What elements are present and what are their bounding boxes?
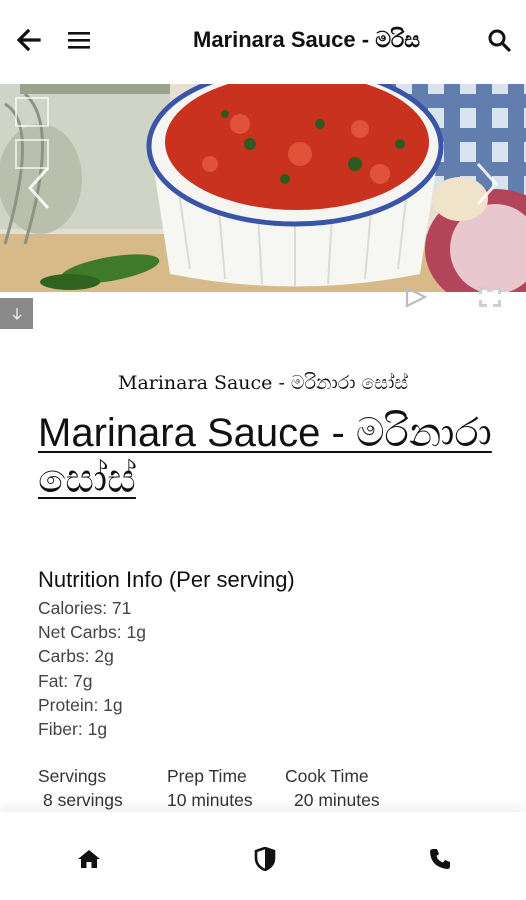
prev-chevron-icon[interactable] [26,166,52,210]
phone-icon [430,849,450,869]
stat-value: 20 minutes [294,790,380,810]
menu-button[interactable] [61,22,97,58]
nutrition-list: Calories: 71 Net Carbs: 1g Carbs: 2g Fat… [38,596,146,741]
recipe-image-carousel[interactable] [0,84,526,292]
download-button[interactable] [0,298,33,329]
search-icon [488,29,511,52]
nutrition-protein: Protein: 1g [38,694,123,715]
back-arrow-icon [16,28,41,52]
stat-prep-time: Prep Time 10 minutes [167,764,253,812]
play-icon[interactable] [404,286,428,308]
app-bar: Marinara Sauce - මරිස [0,0,526,80]
stat-cook-time: Cook Time 20 minutes [285,764,380,812]
fullscreen-icon[interactable] [478,286,502,308]
back-button[interactable] [10,22,46,58]
next-chevron-icon[interactable] [474,162,500,206]
stat-label: Cook Time [285,766,369,786]
nav-shield-button[interactable] [252,846,278,872]
nav-home-button[interactable] [76,846,102,872]
nutrition-net-carbs: Net Carbs: 1g [38,622,146,643]
bottom-navigation [0,812,526,900]
stat-value: 10 minutes [167,790,253,810]
search-button[interactable] [481,22,517,58]
download-arrow-icon [12,307,21,320]
stat-value: 8 servings [43,790,123,810]
nutrition-fiber: Fiber: 1g [38,719,108,740]
nutrition-fat: Fat: 7g [38,670,93,691]
hamburger-menu-icon [68,32,90,49]
stat-label: Prep Time [167,766,247,786]
stat-servings: Servings 8 servings [38,764,123,812]
recipe-subtitle: Marinara Sauce - මරිනාරා සෝස් [117,372,408,394]
home-icon [78,850,100,868]
shield-icon [254,847,276,871]
page-title: Marinara Sauce - මරිස [193,27,421,52]
nutrition-heading: Nutrition Info (Per serving) [38,567,295,592]
nav-phone-button[interactable] [427,846,453,872]
stat-label: Servings [38,766,107,786]
nutrition-carbs: Carbs: 2g [38,646,114,667]
nutrition-calories: Calories: 71 [38,598,132,618]
recipe-photo [0,84,526,292]
recipe-title-link[interactable]: Marinara Sauce - මරිනාරා සෝස් [38,410,498,502]
